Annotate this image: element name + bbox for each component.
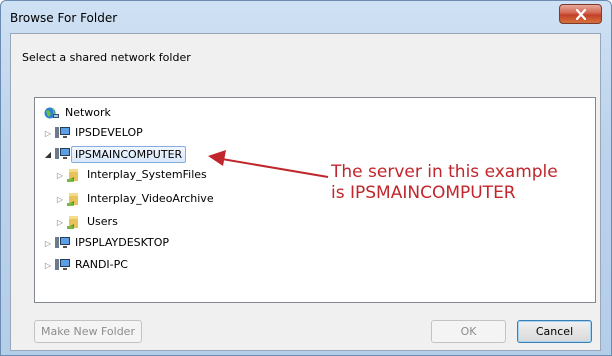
title-bar[interactable]: Browse For Folder [1, 1, 611, 33]
tree-item-label: Interplay_SystemFiles [87, 167, 207, 181]
expand-arrow-icon[interactable]: ▷ [43, 256, 53, 274]
ok-button[interactable]: OK [431, 320, 506, 343]
computer-icon [53, 257, 71, 273]
expand-arrow-icon[interactable]: ▷ [55, 166, 65, 184]
tree-item-network[interactable]: Network [43, 104, 115, 122]
make-new-folder-button[interactable]: Make New Folder [34, 320, 142, 343]
expand-arrow-icon[interactable]: ▷ [43, 234, 53, 252]
close-icon [575, 8, 586, 20]
shared-folder-icon [65, 191, 83, 207]
tree-item-interplay-videoarchive[interactable]: ▷ Interplay_VideoArchive [55, 190, 218, 208]
tree-item-label: RANDI-PC [75, 257, 128, 271]
tree-item-label: IPSDEVELOP [75, 125, 143, 139]
tree-item-ipsdevelop[interactable]: ▷ IPSDEVELOP [43, 124, 147, 142]
window-title: Browse For Folder [10, 11, 118, 25]
expand-arrow-icon[interactable]: ▷ [55, 190, 65, 208]
tree-item-label: IPSPLAYDESKTOP [75, 235, 170, 249]
tree-item-label: Network [65, 105, 111, 119]
tree-item-label: Interplay_VideoArchive [87, 191, 214, 205]
tree-item-label: Users [87, 214, 118, 228]
shared-folder-icon [65, 167, 83, 183]
tree-item-label: IPSMAINCOMPUTER [71, 145, 187, 163]
computer-icon [53, 146, 71, 162]
expand-arrow-icon[interactable]: ▷ [55, 213, 65, 231]
network-icon [43, 105, 61, 121]
tree-item-users[interactable]: ▷ Users [55, 213, 122, 231]
cancel-button[interactable]: Cancel [517, 320, 592, 343]
collapse-arrow-icon[interactable]: ◢ [43, 145, 53, 163]
tree-item-ipsplaydesktop[interactable]: ▷ IPSPLAYDESKTOP [43, 234, 173, 252]
close-button[interactable] [559, 4, 602, 24]
tree-item-randi-pc[interactable]: ▷ RANDI-PC [43, 256, 132, 274]
shared-folder-icon [65, 214, 83, 230]
dialog-prompt: Select a shared network folder [22, 51, 191, 64]
computer-icon [53, 235, 71, 251]
annotation-line-1: The server in this example [331, 162, 558, 182]
tree-item-ipsmaincomputer[interactable]: ◢ IPSMAINCOMPUTER [43, 145, 187, 163]
annotation-callout: The server in this example is IPSMAINCOM… [331, 162, 558, 204]
expand-arrow-icon[interactable]: ▷ [43, 124, 53, 142]
computer-icon [53, 125, 71, 141]
annotation-line-2: is IPSMAINCOMPUTER [331, 183, 516, 203]
tree-item-interplay-systemfiles[interactable]: ▷ Interplay_SystemFiles [55, 166, 211, 184]
